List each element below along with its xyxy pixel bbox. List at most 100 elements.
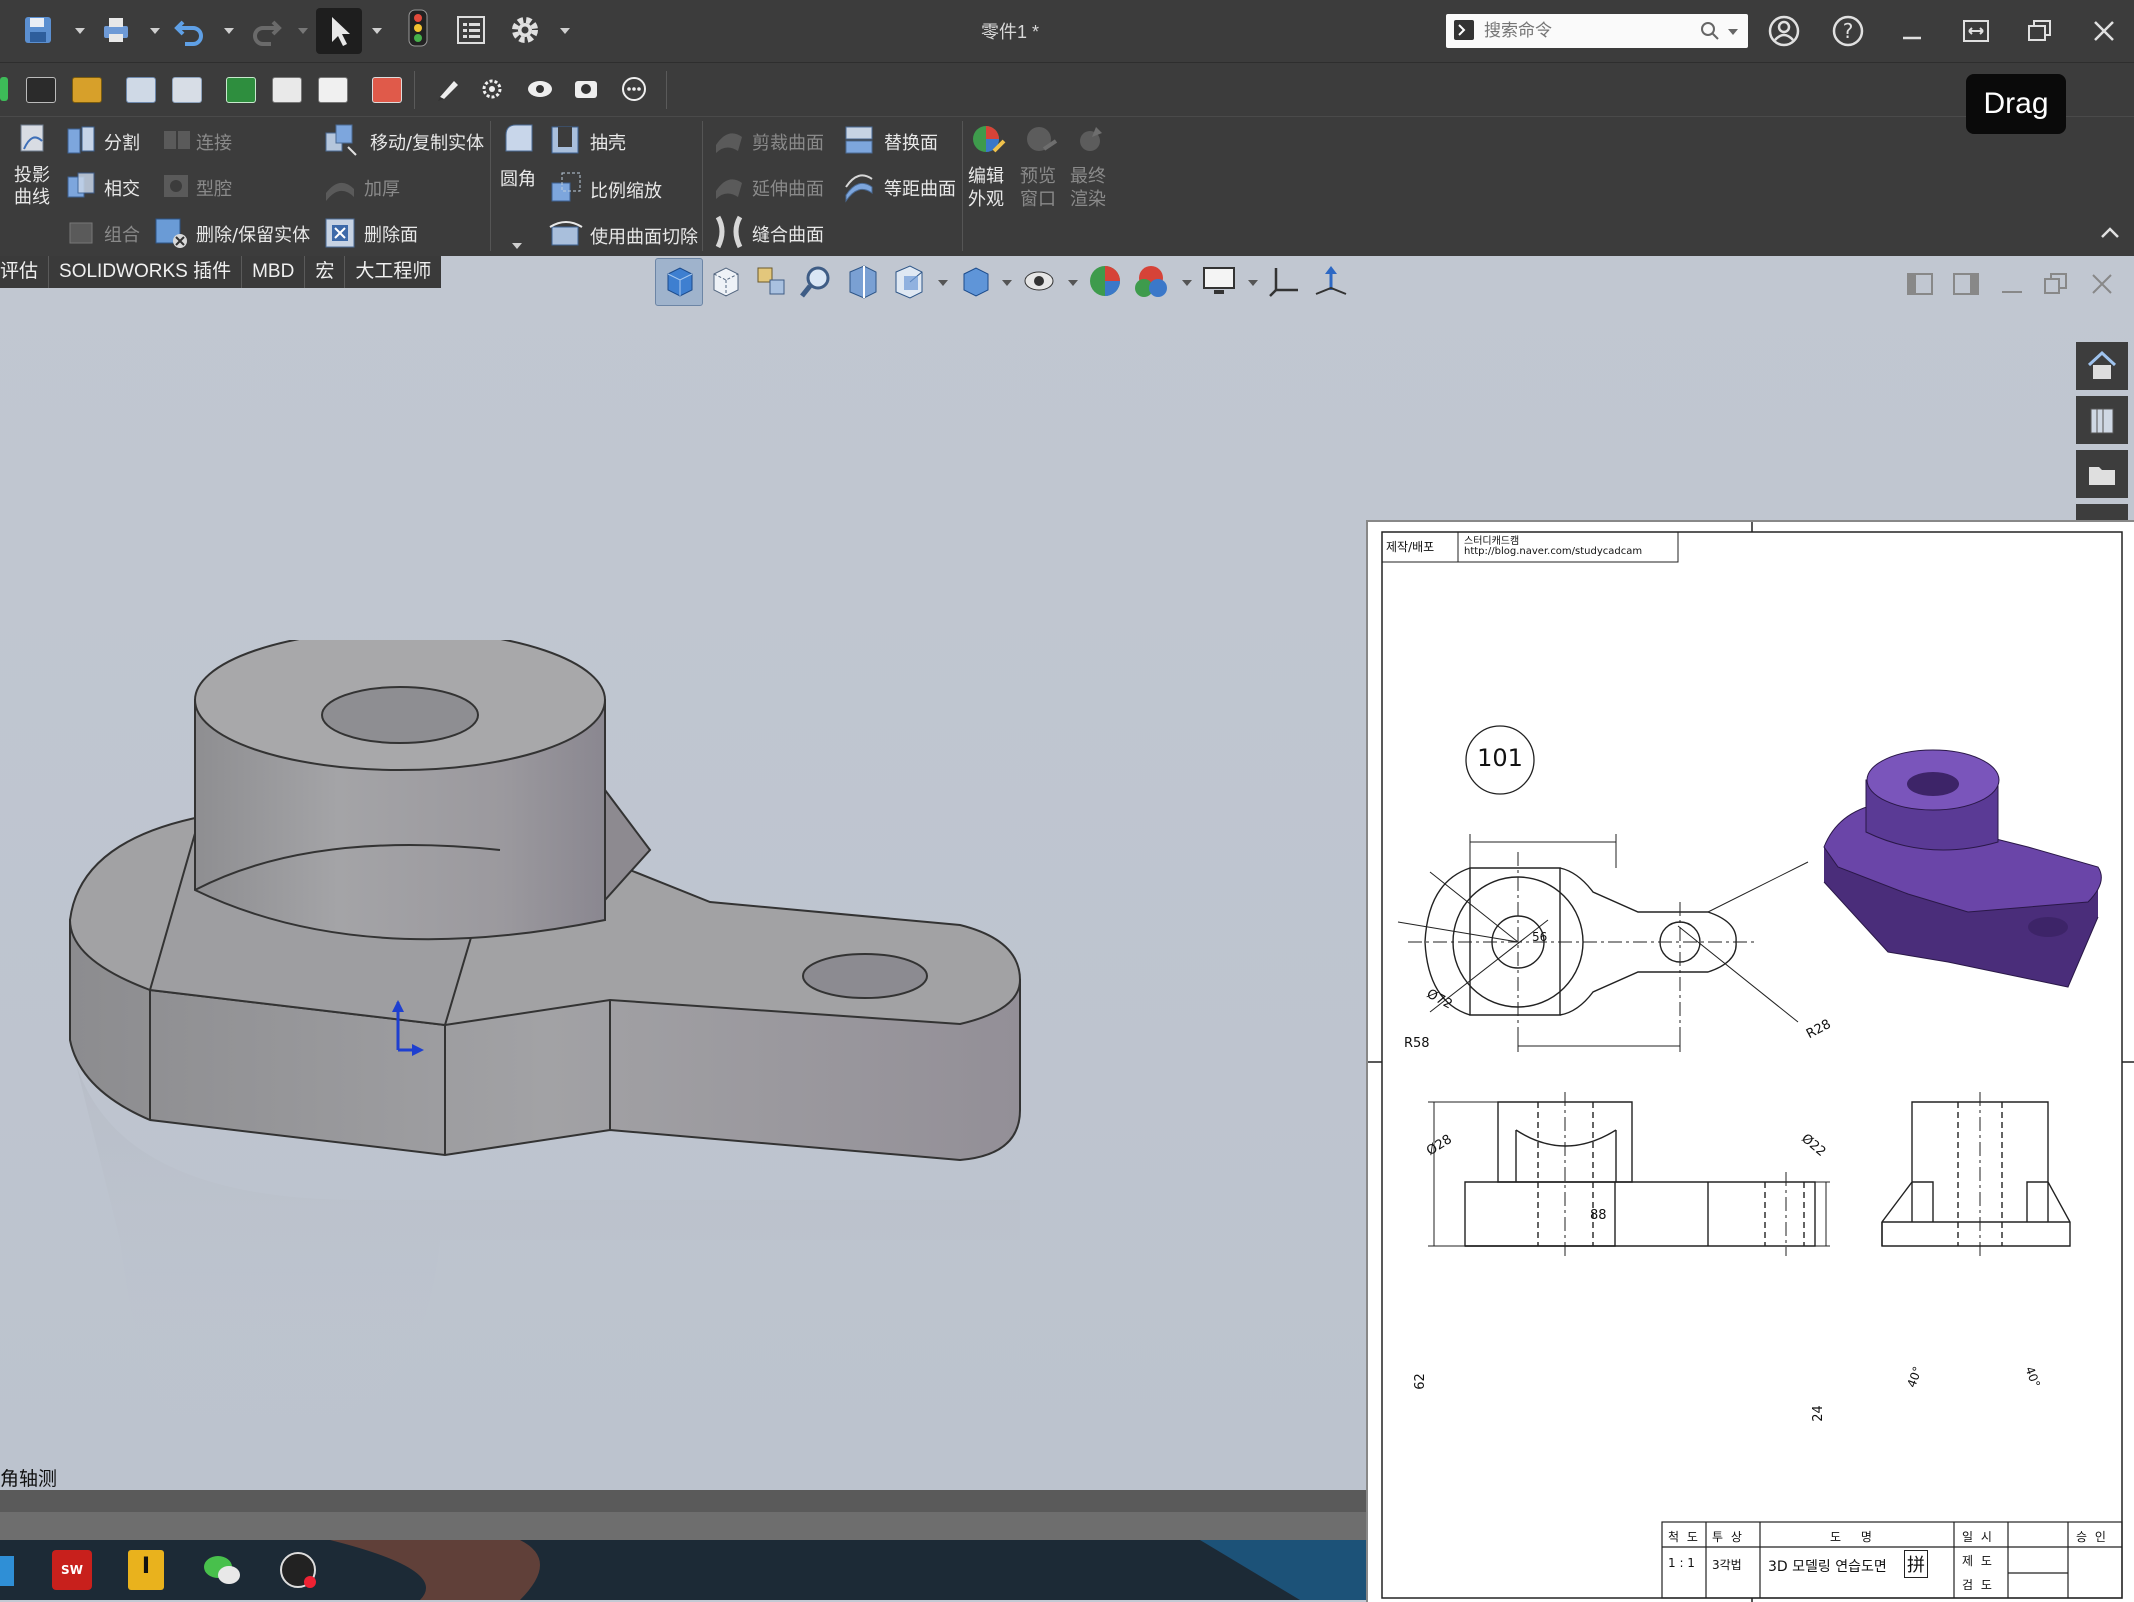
- delete-face-label: 删除面: [364, 225, 418, 246]
- pencil-edit-icon[interactable]: [434, 77, 462, 101]
- zoom-to-area-icon[interactable]: [798, 262, 836, 300]
- film-strip-icon[interactable]: [72, 77, 102, 103]
- text-doc-icon[interactable]: [318, 77, 348, 103]
- edit-appearance-view-icon[interactable]: [1086, 262, 1124, 300]
- doc-close-icon[interactable]: [2088, 270, 2116, 302]
- edit-appearance-icon: [973, 126, 1006, 153]
- tb-scale-value: 1 : 1: [1668, 1556, 1695, 1570]
- view-orientation-dropdown-icon[interactable]: [938, 280, 948, 286]
- search-preview-icon[interactable]: [126, 77, 156, 103]
- edit-appearance-button[interactable]: 编辑 外观: [968, 121, 1012, 251]
- taskbar-app-icon[interactable]: [0, 1556, 14, 1586]
- tile-right-icon[interactable]: [1952, 270, 1980, 302]
- doc-minimize-icon[interactable]: [1998, 270, 2026, 302]
- apply-scene-dropdown-icon[interactable]: [1182, 280, 1192, 286]
- user-account-icon[interactable]: [1766, 13, 1802, 49]
- search-icon[interactable]: [1700, 21, 1720, 45]
- measure-grid-icon[interactable]: [26, 77, 56, 103]
- search-command-box[interactable]: [1446, 14, 1748, 48]
- select-pointer-icon[interactable]: [316, 8, 362, 54]
- inventor-taskbar-icon[interactable]: I: [128, 1550, 164, 1590]
- display-style-icon[interactable]: [956, 262, 994, 300]
- partial-green-icon[interactable]: [0, 77, 8, 101]
- hide-show-items-icon[interactable]: [1020, 262, 1058, 300]
- color-table-icon[interactable]: [372, 77, 402, 103]
- select-dropdown-icon[interactable]: [372, 28, 382, 34]
- help-icon[interactable]: ?: [1830, 13, 1866, 49]
- redo-dropdown-icon[interactable]: [298, 28, 308, 34]
- more-options-icon[interactable]: [620, 77, 648, 101]
- trim-surface-label: 剪裁曲面: [752, 133, 824, 154]
- apply-scene-icon[interactable]: [1132, 262, 1170, 300]
- options-dropdown-icon[interactable]: [560, 28, 570, 34]
- save-dropdown-icon[interactable]: [75, 28, 85, 34]
- solidworks-taskbar-icon[interactable]: SW: [52, 1550, 92, 1590]
- obs-taskbar-icon[interactable]: [278, 1550, 318, 1594]
- file-properties-icon[interactable]: [453, 12, 489, 48]
- minimize-icon[interactable]: [1894, 13, 1930, 49]
- fillet-dropdown-icon[interactable]: [512, 243, 522, 249]
- tb-drawn-label: 제 도: [1962, 1554, 1994, 1568]
- normal-to-icon[interactable]: [1312, 262, 1350, 300]
- section-view-icon[interactable]: [844, 262, 882, 300]
- undo-dropdown-icon[interactable]: [224, 28, 234, 34]
- gear-search-icon[interactable]: [480, 77, 508, 101]
- tile-left-icon[interactable]: [1906, 270, 1934, 302]
- horizontal-scrollbar[interactable]: [0, 1490, 1370, 1512]
- document-icon[interactable]: [172, 77, 202, 103]
- eye-view-icon[interactable]: [526, 77, 554, 101]
- print-icon[interactable]: [98, 12, 134, 48]
- shell-icon: [551, 126, 579, 154]
- final-render-button[interactable]: 最终 渲染: [1070, 121, 1114, 251]
- doc-restore-icon[interactable]: [2042, 270, 2070, 302]
- hide-show-dropdown-icon[interactable]: [1068, 280, 1078, 286]
- save-icon[interactable]: [20, 12, 56, 48]
- split-label: 分割: [104, 133, 140, 154]
- view-settings-dropdown-icon[interactable]: [1248, 280, 1258, 286]
- view-orientation-cube-icon[interactable]: [890, 262, 928, 300]
- excel-export-icon[interactable]: [226, 77, 256, 103]
- triad-axis-icon[interactable]: [1266, 262, 1304, 300]
- knit-surface-label: 缝合曲面: [752, 225, 824, 246]
- wireframe-view-icon[interactable]: [706, 262, 744, 300]
- tab-engineer[interactable]: 大工程师: [345, 256, 441, 288]
- display-style-dropdown-icon[interactable]: [1002, 280, 1012, 286]
- view-orientation-icon[interactable]: [660, 262, 698, 300]
- thicken-label: 加厚: [364, 179, 400, 200]
- tab-macro[interactable]: 宏: [305, 256, 346, 288]
- close-window-icon[interactable]: [2086, 13, 2122, 49]
- undo-icon[interactable]: [172, 12, 208, 48]
- solidworks-resources-icon[interactable]: [2076, 342, 2128, 390]
- print-dropdown-icon[interactable]: [150, 28, 160, 34]
- search-input[interactable]: [1482, 17, 1696, 45]
- traffic-light-icon[interactable]: [400, 9, 436, 47]
- design-library-icon[interactable]: [2076, 396, 2128, 444]
- restore-window-icon[interactable]: [2022, 13, 2058, 49]
- redo-icon[interactable]: [248, 12, 284, 48]
- tab-mbd[interactable]: MBD: [242, 256, 306, 288]
- part-3d-model[interactable]: [60, 640, 1040, 1440]
- tab-solidworks-addins[interactable]: SOLIDWORKS 插件: [49, 256, 243, 288]
- preview-window-button[interactable]: 预览 窗口: [1020, 121, 1064, 251]
- previous-view-icon[interactable]: [752, 262, 790, 300]
- command-toolbar-row: [0, 62, 2134, 117]
- projected-curve-button[interactable]: 投影 曲线: [12, 121, 54, 211]
- file-explorer-icon[interactable]: [2076, 450, 2128, 498]
- preview-window-icon: [1027, 127, 1058, 151]
- split-overlay-icon[interactable]: 拼: [1904, 1550, 1928, 1578]
- view-settings-monitor-icon[interactable]: [1200, 262, 1238, 300]
- collapse-ribbon-icon[interactable]: [2098, 223, 2122, 247]
- view-palette-icon[interactable]: [2076, 504, 2128, 520]
- swap-windows-icon[interactable]: [1958, 13, 1994, 49]
- print-sheet-icon[interactable]: [272, 77, 302, 103]
- wechat-taskbar-icon[interactable]: [202, 1552, 242, 1592]
- search-dropdown-icon[interactable]: [1728, 29, 1738, 35]
- cavity-icon: [164, 175, 188, 197]
- camera-icon[interactable]: [572, 77, 600, 101]
- tb-name-value: 3D 모델링 연습도면: [1768, 1559, 1887, 1575]
- tab-evaluate[interactable]: 评估: [0, 256, 50, 288]
- options-gear-icon[interactable]: [507, 12, 543, 48]
- drawing-sheet-panel[interactable]: 제작/배포 스터디캐드캠 http://blog.naver.com/study…: [1366, 520, 2134, 1602]
- fillet-button[interactable]: 圆角: [500, 121, 540, 249]
- replace-face-label: 替换面: [884, 133, 938, 154]
